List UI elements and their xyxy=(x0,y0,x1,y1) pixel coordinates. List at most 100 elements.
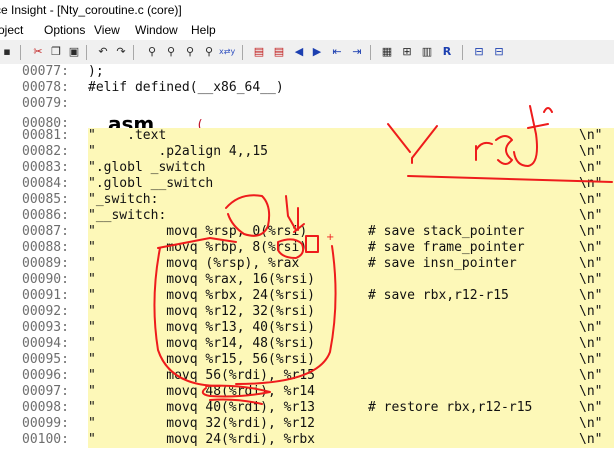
line-number: 00096: xyxy=(22,368,69,383)
toolbar-separator xyxy=(462,45,463,60)
back-icon[interactable]: ◀ xyxy=(292,45,306,59)
code-text: ".globl _switch xyxy=(88,160,206,175)
menu-project[interactable]: roject xyxy=(0,20,23,40)
jump-next-icon[interactable]: ⇥ xyxy=(350,45,364,59)
code-line[interactable]: 00093: " movq %r13, 40(%rsi) \n" xyxy=(0,320,614,336)
line-number: 00083: xyxy=(22,160,69,175)
code-line[interactable]: 00078: #elif defined(__x86_64__) xyxy=(0,80,614,96)
code-line[interactable]: 00083: ".globl _switch \n" xyxy=(0,160,614,176)
toolbar-separator xyxy=(20,45,21,60)
toolbar-separator xyxy=(242,45,243,60)
newline-escape: \n" xyxy=(579,368,603,383)
bookmark-toggle-icon[interactable]: ▤ xyxy=(252,45,266,59)
line-number: 00094: xyxy=(22,336,69,351)
toolbar-separator xyxy=(370,45,371,60)
lookup-icon[interactable]: R xyxy=(440,45,454,59)
code-text: " movq 32(%rdi), %r12 xyxy=(88,416,315,431)
code-line[interactable]: 00081: " .text \n" xyxy=(0,128,614,144)
code-line[interactable]: 00084: ".globl __switch \n" xyxy=(0,176,614,192)
code-line[interactable]: 00090: " movq %rax, 16(%rsi) \n" xyxy=(0,272,614,288)
code-text: " movq 24(%rdi), %rbx xyxy=(88,432,315,447)
code-line[interactable]: 00089: " movq (%rsp), %rax # save insn_poi… xyxy=(0,256,614,272)
code-editor[interactable]: 00077:); 00078: #elif defined(__x86_64__) 0… xyxy=(0,64,614,468)
code-text: " movq %rbp, 8(%rsi) xyxy=(88,240,308,255)
newline-escape: \n" xyxy=(579,416,603,431)
line-number: 00085: xyxy=(22,192,69,207)
line-number: 00090: xyxy=(22,272,69,287)
code-comment: # save frame_pointer xyxy=(368,240,525,255)
find-prev-icon[interactable]: ⚲ xyxy=(164,45,178,59)
relation-icon[interactable]: ⊞ xyxy=(400,45,414,59)
code-line[interactable]: 00092: " movq %r12, 32(%rsi) \n" xyxy=(0,304,614,320)
menu-help[interactable]: Help xyxy=(191,20,216,40)
split-icon[interactable]: ⊟ xyxy=(492,45,506,59)
code-text: " movq %r12, 32(%rsi) xyxy=(88,304,315,319)
jump-prev-icon[interactable]: ⇤ xyxy=(330,45,344,59)
code-line[interactable]: 00085: "_switch: \n" xyxy=(0,192,614,208)
code-line[interactable]: 00094: " movq %r14, 48(%rsi) \n" xyxy=(0,336,614,352)
bookmark-list-icon[interactable]: ▤ xyxy=(272,45,286,59)
code-text: " movq %rbx, 24(%rsi) xyxy=(88,288,315,303)
find-files-icon[interactable]: ⚲ xyxy=(202,45,216,59)
line-number: 00100: xyxy=(22,432,69,447)
code-comment: # restore rbx,r12-r15 xyxy=(368,400,533,415)
code-text: "_switch: xyxy=(88,192,159,207)
line-number: 00093: xyxy=(22,320,69,335)
code-text: " movq %rax, 16(%rsi) xyxy=(88,272,315,287)
newline-escape: \n" xyxy=(579,160,603,175)
code-line[interactable]: 00095: " movq %r15, 56(%rsi) \n" xyxy=(0,352,614,368)
newline-escape: \n" xyxy=(579,352,603,367)
menu-view[interactable]: View xyxy=(94,20,120,40)
save-icon[interactable]: ▪ xyxy=(0,45,14,59)
line-number: 00095: xyxy=(22,352,69,367)
tile-icon[interactable]: ⊟ xyxy=(472,45,486,59)
newline-escape: \n" xyxy=(579,336,603,351)
find-icon[interactable]: ⚲ xyxy=(145,45,159,59)
find-next-icon[interactable]: ⚲ xyxy=(183,45,197,59)
newline-escape: \n" xyxy=(579,176,603,191)
newline-escape: \n" xyxy=(579,400,603,415)
menu-bar: roject Options View Window Help xyxy=(0,20,614,40)
code-line[interactable]: 00079: xyxy=(0,96,614,112)
code-line[interactable]: 00088: " movq %rbp, 8(%rsi) # save frame_p… xyxy=(0,240,614,256)
code-line[interactable]: 00087: " movq %rsp, 0(%rsi) # save stack_p… xyxy=(0,224,614,240)
newline-escape: \n" xyxy=(579,432,603,447)
code-text: " movq %r13, 40(%rsi) xyxy=(88,320,315,335)
symbol-window-icon[interactable]: ▦ xyxy=(380,45,394,59)
copy-icon[interactable]: ❐ xyxy=(49,45,63,59)
line-number: 00078: xyxy=(22,80,69,95)
menu-options[interactable]: Options xyxy=(44,20,85,40)
newline-escape: \n" xyxy=(579,288,603,303)
code-line[interactable]: 00100: " movq 24(%rdi), %rbx \n" xyxy=(0,432,614,448)
forward-icon[interactable]: ▶ xyxy=(310,45,324,59)
code-text: " movq (%rsp), %rax xyxy=(88,256,300,271)
menu-window[interactable]: Window xyxy=(135,20,178,40)
line-number: 00086: xyxy=(22,208,69,223)
line-number: 00091: xyxy=(22,288,69,303)
code-line[interactable]: 00098: " movq 40(%rdi), %r13 # restore rbx… xyxy=(0,400,614,416)
redo-icon[interactable]: ↷ xyxy=(114,45,128,59)
code-text: ); xyxy=(88,64,104,79)
undo-icon[interactable]: ↶ xyxy=(96,45,110,59)
code-comment: # save insn_pointer xyxy=(368,256,517,271)
replace-icon[interactable]: x⇄y xyxy=(219,45,235,59)
code-line[interactable]: 00097: " movq 48(%rdi), %r14 \n" xyxy=(0,384,614,400)
line-number: 00092: xyxy=(22,304,69,319)
line-number: 00079: xyxy=(22,96,69,111)
line-number: 00099: xyxy=(22,416,69,431)
code-comment: # save stack_pointer xyxy=(368,224,525,239)
code-text: " movq 56(%rdi), %r15 xyxy=(88,368,315,383)
browse-icon[interactable]: ▥ xyxy=(420,45,434,59)
line-number: 00089: xyxy=(22,256,69,271)
cut-icon[interactable]: ✂ xyxy=(31,45,45,59)
code-line[interactable]: 00086: "__switch: \n" xyxy=(0,208,614,224)
newline-escape: \n" xyxy=(579,272,603,287)
code-line[interactable]: 00091: " movq %rbx, 24(%rsi) # save rbx,r1… xyxy=(0,288,614,304)
code-line[interactable]: 00099: " movq 32(%rdi), %r12 \n" xyxy=(0,416,614,432)
code-line[interactable]: 00096: " movq 56(%rdi), %r15 \n" xyxy=(0,368,614,384)
newline-escape: \n" xyxy=(579,128,603,143)
code-line[interactable]: 00077:); xyxy=(0,64,614,80)
line-number: 00087: xyxy=(22,224,69,239)
code-line[interactable]: 00082: " .p2align 4,,15 \n" xyxy=(0,144,614,160)
paste-icon[interactable]: ▣ xyxy=(67,45,81,59)
